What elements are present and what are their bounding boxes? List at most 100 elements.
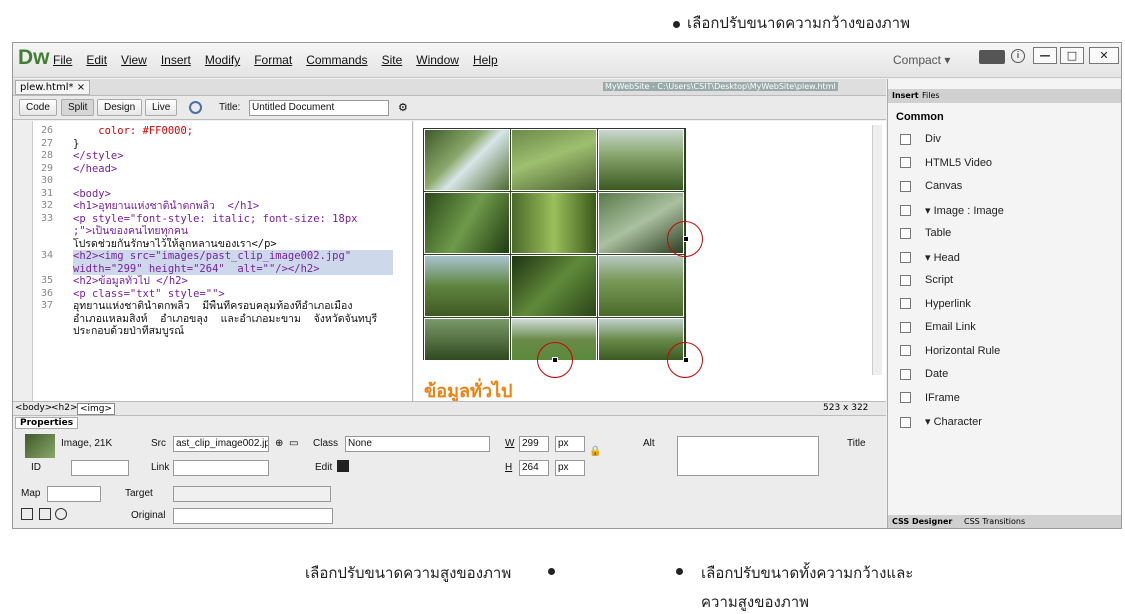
- menu-modify[interactable]: Modify: [205, 53, 240, 67]
- code-line[interactable]: <h2>ข้อมูลทั่วไป </h2>: [73, 275, 393, 288]
- design-view-button[interactable]: Design: [97, 99, 143, 116]
- insert-item[interactable]: HTML5 Video: [900, 157, 992, 169]
- code-line[interactable]: width="299" height="264" alt=""/></h2>: [73, 262, 393, 275]
- insert-item-icon: [900, 345, 911, 357]
- insert-item[interactable]: Canvas: [900, 180, 962, 192]
- insert-item[interactable]: ▾ Character: [900, 415, 982, 428]
- menu-view[interactable]: View: [121, 53, 147, 67]
- src-input[interactable]: ast_clip_image002.jpg: [173, 436, 269, 452]
- menu-window[interactable]: Window: [416, 53, 459, 67]
- extensions-icon[interactable]: [979, 50, 1005, 64]
- tag-img[interactable]: <img>: [77, 403, 116, 415]
- browser-preview-icon[interactable]: [189, 101, 202, 114]
- code-line[interactable]: <body>: [73, 188, 393, 201]
- lock-icon[interactable]: 🔒: [589, 446, 601, 457]
- code-view-button[interactable]: Code: [19, 99, 57, 116]
- insert-item[interactable]: IFrame: [900, 392, 960, 404]
- validate-icon[interactable]: ⚙: [398, 101, 408, 114]
- circle-hotspot-icon[interactable]: [55, 508, 67, 520]
- insert-item[interactable]: Div: [900, 133, 941, 145]
- workspace-switcher[interactable]: Compact ▾: [893, 53, 950, 67]
- width-unit-select[interactable]: px: [555, 436, 585, 452]
- code-line[interactable]: <p style="font-style: italic; font-size:…: [73, 213, 393, 226]
- code-line[interactable]: อุทยานแห่งชาติน้ำตกพลิ้ว มีพื้นที่ครอบคล…: [73, 300, 393, 313]
- photoshop-icon[interactable]: [337, 460, 349, 472]
- menu-site[interactable]: Site: [382, 53, 403, 67]
- height-unit-select[interactable]: px: [555, 460, 585, 476]
- insert-item-label: ▾ Image : Image: [925, 204, 1004, 217]
- photo: [598, 255, 684, 317]
- menu-file[interactable]: File: [53, 53, 72, 67]
- tag-h2[interactable]: <h2>: [51, 403, 78, 413]
- code-line[interactable]: ประกอบด้วยป่าที่สมบูรณ์: [73, 325, 393, 338]
- insert-item[interactable]: Date: [900, 368, 948, 380]
- title-input[interactable]: Untitled Document: [249, 100, 389, 116]
- design-scrollbar[interactable]: [872, 125, 882, 375]
- photo: [424, 318, 510, 361]
- document-tab[interactable]: plew.html* ×: [15, 80, 91, 95]
- insert-item[interactable]: Horizontal Rule: [900, 345, 1000, 357]
- design-pane[interactable]: ข้อมูลทั่วไป: [414, 121, 886, 402]
- menu-help[interactable]: Help: [473, 53, 498, 67]
- insert-item[interactable]: ▾ Image : Image: [900, 204, 1004, 217]
- insert-item-icon: [900, 227, 911, 239]
- target-select[interactable]: [173, 486, 331, 502]
- code-line[interactable]: }: [73, 138, 393, 151]
- insert-item-icon: [900, 133, 911, 145]
- menu-format[interactable]: Format: [254, 53, 292, 67]
- point-to-file-icon[interactable]: ⊕: [275, 438, 283, 449]
- tag-body[interactable]: <body>: [15, 403, 52, 413]
- menu-insert[interactable]: Insert: [161, 53, 191, 67]
- annotation-both-line2: ความสูงของภาพ: [701, 593, 810, 611]
- link-input[interactable]: [173, 460, 269, 476]
- info-icon[interactable]: i: [1011, 49, 1025, 63]
- code-line[interactable]: color: #FF0000;: [73, 125, 393, 138]
- tab-css-transitions[interactable]: CSS Transitions: [964, 517, 1025, 526]
- properties-panel: Properties Image, 21K ID Src ast_clip_im…: [13, 416, 886, 528]
- pointer-hotspot-icon[interactable]: [21, 508, 33, 520]
- tab-files[interactable]: Files: [922, 91, 940, 100]
- insert-item[interactable]: Hyperlink: [900, 298, 971, 310]
- category-select[interactable]: Common: [896, 111, 944, 123]
- rect-hotspot-icon[interactable]: [39, 508, 51, 520]
- live-view-button[interactable]: Live: [145, 99, 178, 116]
- map-input[interactable]: [47, 486, 101, 502]
- insert-item-icon: [900, 157, 911, 169]
- insert-item[interactable]: Table: [900, 227, 951, 239]
- close-button[interactable]: ✕: [1089, 47, 1119, 64]
- code-line[interactable]: <p class="txt" style="">: [73, 288, 393, 301]
- original-input[interactable]: [173, 508, 333, 524]
- alt-input[interactable]: [677, 436, 819, 476]
- code-line[interactable]: โปรดช่วยกันรักษาไว้ให้ลูกหลานของเรา</p>: [73, 238, 393, 251]
- code-line[interactable]: <h1>อุทยานแห่งชาติน้ำตกพลิ้ว </h1>: [73, 200, 393, 213]
- insert-item[interactable]: Script: [900, 274, 953, 286]
- dreamweaver-window: Dw File Edit View Insert Modify Format Command…: [12, 42, 1122, 529]
- window-size[interactable]: 523 x 322: [823, 403, 868, 413]
- insert-item-icon: [900, 321, 911, 333]
- height-input[interactable]: 264: [519, 460, 549, 476]
- code-line[interactable]: <h2><img src="images/past_clip_image002.…: [73, 250, 393, 263]
- code-line[interactable]: </head>: [73, 163, 393, 176]
- id-input[interactable]: [71, 460, 129, 476]
- insert-item[interactable]: ▾ Head: [900, 251, 960, 264]
- selected-image[interactable]: [423, 128, 686, 361]
- maximize-button[interactable]: □: [1060, 47, 1084, 64]
- code-pane[interactable]: 26 color: #FF0000; 27} 28 </style> 29 </head>…: [13, 121, 413, 401]
- minimize-button[interactable]: —: [1033, 47, 1057, 64]
- width-input[interactable]: 299: [519, 436, 549, 452]
- menu-edit[interactable]: Edit: [86, 53, 107, 67]
- class-select[interactable]: None: [345, 436, 490, 452]
- code-line[interactable]: </style>: [73, 150, 393, 163]
- close-tab-icon[interactable]: ×: [77, 82, 85, 93]
- tab-insert[interactable]: Insert: [892, 91, 919, 100]
- tab-css-designer[interactable]: CSS Designer: [892, 517, 952, 526]
- insert-item[interactable]: Email Link: [900, 321, 976, 333]
- browse-folder-icon[interactable]: ▭: [289, 438, 298, 449]
- split-view-button[interactable]: Split: [61, 99, 95, 116]
- insert-item-icon: [900, 180, 911, 192]
- code-line[interactable]: ;">เป็นของคนไทยทุกคน: [73, 225, 393, 238]
- code-line[interactable]: อำเภอแหลมสิงห์ อำเภอขลุง และอำเภอมะขาม จ…: [73, 313, 393, 326]
- menu-commands[interactable]: Commands: [306, 53, 367, 67]
- insert-item-icon: [900, 252, 911, 264]
- properties-tab[interactable]: Properties: [15, 417, 79, 429]
